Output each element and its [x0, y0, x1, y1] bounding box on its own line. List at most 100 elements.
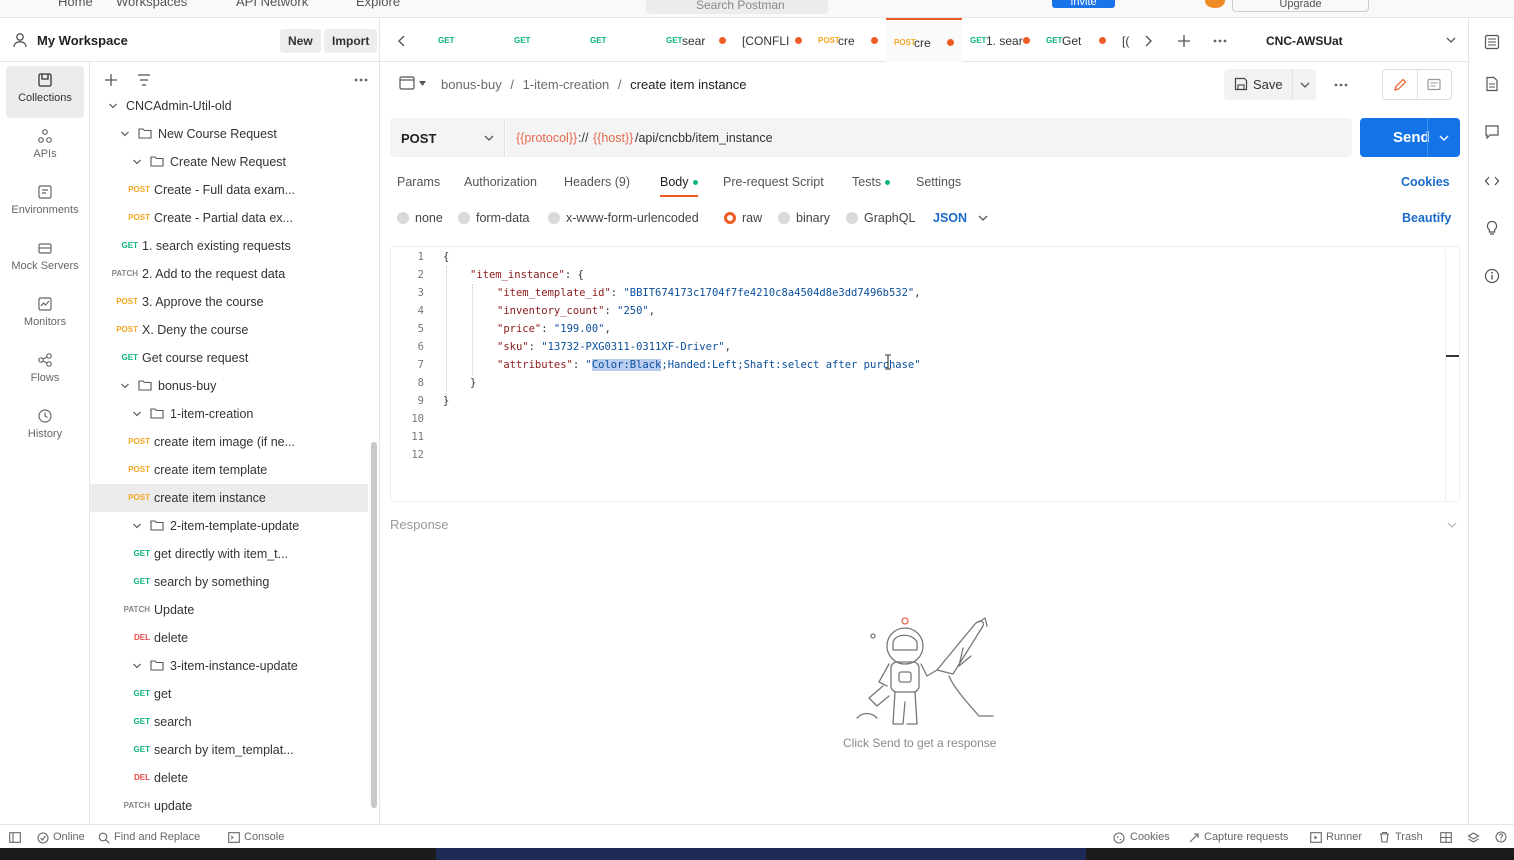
request-tab[interactable]: [(: [1114, 18, 1144, 62]
capture-requests-button[interactable]: Capture requests: [1204, 831, 1288, 843]
collection-item[interactable]: CNCAdmin-Util-old: [90, 92, 368, 120]
tab-body[interactable]: Body: [660, 175, 698, 189]
request-tab[interactable]: GET: [582, 18, 658, 62]
info-icon[interactable]: [1484, 268, 1500, 284]
request-item[interactable]: POST 3. Approve the course: [90, 288, 368, 316]
environment-selector[interactable]: CNC-AWSUat: [1266, 34, 1343, 48]
new-button[interactable]: New: [280, 29, 321, 53]
comments-icon[interactable]: [1484, 124, 1500, 140]
radio-urlencoded[interactable]: x-www-form-urlencoded: [548, 211, 699, 225]
save-button[interactable]: Save: [1224, 69, 1316, 100]
rail-flows[interactable]: Flows: [6, 346, 84, 398]
rail-monitors[interactable]: Monitors: [6, 290, 84, 342]
request-item[interactable]: DEL delete: [90, 764, 368, 792]
chevron-down-icon[interactable]: [132, 521, 142, 531]
global-search-input[interactable]: Search Postman: [646, 0, 828, 14]
folder-item[interactable]: 2-item-template-update: [90, 512, 368, 540]
request-item[interactable]: PATCH 2. Add to the request data: [90, 260, 368, 288]
radio-graphql[interactable]: GraphQL: [846, 211, 915, 225]
method-select[interactable]: POST: [390, 118, 505, 157]
request-more-icon[interactable]: [1334, 83, 1348, 87]
chevron-left-icon[interactable]: [398, 35, 406, 47]
radio-raw[interactable]: raw: [724, 211, 762, 225]
request-item[interactable]: GET search: [90, 708, 368, 736]
folder-item[interactable]: 1-item-creation: [90, 400, 368, 428]
folder-item[interactable]: 3-item-instance-update: [90, 652, 368, 680]
request-item[interactable]: GET get: [90, 680, 368, 708]
runner-button[interactable]: Runner: [1326, 831, 1362, 843]
folder-item[interactable]: bonus-buy: [90, 372, 368, 400]
radio-none[interactable]: none: [397, 211, 443, 225]
nav-home[interactable]: Home: [58, 0, 93, 9]
request-item[interactable]: POST create item image (if ne...: [90, 428, 368, 456]
tab-more-icon[interactable]: [1213, 39, 1227, 43]
request-item[interactable]: PATCH update: [90, 792, 368, 820]
request-item[interactable]: GET 1. search existing requests: [90, 232, 368, 260]
cookies-link[interactable]: Cookies: [1401, 175, 1450, 189]
tab-prerequest[interactable]: Pre-request Script: [723, 175, 824, 189]
request-item[interactable]: POST Create - Partial data ex...: [90, 204, 368, 232]
folder-item[interactable]: New Course Request: [90, 120, 368, 148]
folder-item[interactable]: Create New Request: [90, 148, 368, 176]
request-item[interactable]: GET get directly with item_t...: [90, 540, 368, 568]
request-item[interactable]: GET search by something: [90, 568, 368, 596]
beautify-link[interactable]: Beautify: [1402, 211, 1451, 225]
cookies-button[interactable]: Cookies: [1130, 831, 1170, 843]
request-item[interactable]: POST create item template: [90, 456, 368, 484]
layout-icon[interactable]: [1440, 832, 1452, 843]
plus-icon[interactable]: [104, 73, 118, 87]
online-status[interactable]: Online: [53, 831, 85, 843]
chevron-right-icon[interactable]: [1144, 35, 1152, 47]
tab-settings[interactable]: Settings: [916, 175, 961, 189]
request-item[interactable]: GET search by item_templat...: [90, 736, 368, 764]
rail-environments[interactable]: Environments: [6, 178, 84, 230]
find-replace-button[interactable]: Find and Replace: [114, 831, 200, 843]
chevron-down-icon[interactable]: [120, 129, 130, 139]
rail-history[interactable]: History: [6, 402, 84, 454]
pencil-icon[interactable]: [1392, 77, 1408, 93]
save-chevron-down-icon[interactable]: [1300, 82, 1310, 88]
rail-apis[interactable]: APIs: [6, 122, 84, 174]
settings-icon[interactable]: [1467, 832, 1480, 843]
request-item[interactable]: POST create item instance: [90, 484, 368, 512]
request-tab[interactable]: [CONFLI: [734, 18, 810, 62]
chevron-down-icon[interactable]: [132, 157, 142, 167]
breadcrumb-folder[interactable]: 1-item-creation: [523, 77, 610, 92]
request-tab[interactable]: GET: [506, 18, 582, 62]
environment-quicklook-icon[interactable]: [1484, 34, 1500, 50]
tab-tests[interactable]: Tests: [852, 175, 891, 189]
lightbulb-icon[interactable]: [1484, 220, 1500, 236]
invite-button[interactable]: Invite: [1052, 0, 1115, 8]
response-chevron-down-icon[interactable]: [1447, 522, 1457, 528]
breadcrumb-request[interactable]: create item instance: [630, 77, 746, 92]
avatar[interactable]: [1205, 0, 1225, 8]
breadcrumb-collection[interactable]: bonus-buy: [441, 77, 502, 92]
request-tab[interactable]: GET: [430, 18, 506, 62]
request-item[interactable]: DEL delete: [90, 624, 368, 652]
filter-icon[interactable]: [137, 74, 151, 86]
request-item[interactable]: GET Get course request: [90, 344, 368, 372]
console-button[interactable]: Console: [244, 831, 284, 843]
new-tab-icon[interactable]: [1177, 34, 1191, 48]
more-icon[interactable]: [354, 78, 368, 82]
language-select[interactable]: JSON: [933, 211, 967, 225]
tab-authorization[interactable]: Authorization: [464, 175, 537, 189]
request-tab[interactable]: POST cre: [886, 18, 962, 62]
comment-view-icon[interactable]: [1426, 77, 1442, 93]
send-button[interactable]: Send: [1360, 118, 1460, 157]
request-item[interactable]: POST X. Deny the course: [90, 316, 368, 344]
url-input[interactable]: {{protocol}} :// {{host}} /api/cncbb/ite…: [506, 118, 1352, 157]
tab-headers[interactable]: Headers (9): [564, 175, 630, 189]
nav-explore[interactable]: Explore: [356, 0, 400, 9]
chevron-down-icon[interactable]: [120, 381, 130, 391]
trash-button[interactable]: Trash: [1395, 831, 1423, 843]
nav-api-network[interactable]: API Network: [236, 0, 308, 9]
import-button[interactable]: Import: [324, 29, 378, 53]
tab-params[interactable]: Params: [397, 175, 440, 189]
request-tab[interactable]: POST cre: [810, 18, 886, 62]
request-item[interactable]: POST Create - Full data exam...: [90, 176, 368, 204]
radio-binary[interactable]: binary: [778, 211, 830, 225]
send-chevron-down-icon[interactable]: [1439, 135, 1449, 141]
env-chevron-down-icon[interactable]: [1446, 37, 1456, 44]
request-type-caret-icon[interactable]: [419, 81, 426, 86]
